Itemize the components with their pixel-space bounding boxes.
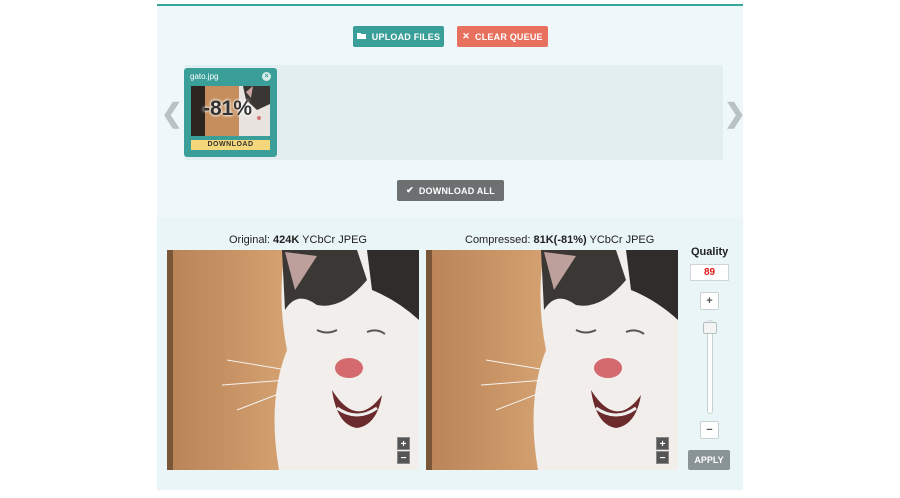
check-icon: ✔ (406, 185, 414, 195)
compressed-zoom-in-button[interactable]: + (656, 437, 669, 450)
compressed-size: 81K(-81%) (533, 234, 587, 246)
folder-open-icon (356, 32, 367, 42)
queue-next-arrow[interactable]: ❯ (724, 98, 746, 129)
download-all-label: DOWNLOAD ALL (418, 185, 495, 196)
upload-files-button[interactable]: UPLOAD FILES (353, 26, 444, 47)
original-zoom-in-button[interactable]: + (397, 437, 410, 450)
original-caption: Original: 424K YCbCr JPEG (229, 234, 367, 246)
original-format: YCbCr JPEG (299, 234, 367, 246)
clear-queue-label: CLEAR QUEUE (475, 31, 543, 42)
download-all-button[interactable]: ✔ DOWNLOAD ALL (397, 180, 504, 201)
original-size: 424K (273, 234, 300, 246)
compressed-prefix: Compressed: (465, 234, 534, 246)
original-prefix: Original: (229, 234, 274, 246)
queue-file-card[interactable]: gato.jpg × -81% DOWNLOAD (184, 68, 277, 157)
original-image[interactable]: + − (167, 250, 419, 470)
compressed-caption: Compressed: 81K(-81%) YCbCr JPEG (465, 234, 654, 246)
cat-photo-compressed (426, 250, 678, 470)
cat-photo-original (167, 250, 419, 470)
compressed-image[interactable]: + − (426, 250, 678, 470)
clear-queue-button[interactable]: ✕ CLEAR QUEUE (457, 26, 548, 47)
file-name: gato.jpg (190, 72, 219, 81)
compressed-format: YCbCr JPEG (586, 234, 655, 246)
quality-input[interactable]: 89 (690, 264, 729, 281)
reduction-percent: -81% (203, 97, 253, 120)
quality-decrease-button[interactable]: − (700, 421, 719, 439)
remove-file-icon[interactable]: × (262, 72, 271, 81)
quality-label: Quality (691, 246, 729, 258)
compressor-panel: UPLOAD FILES ✕ CLEAR QUEUE ❮ ❯ gato.jpg … (157, 4, 746, 490)
close-icon: ✕ (462, 31, 471, 41)
quality-increase-button[interactable]: + (700, 292, 719, 310)
file-download-button[interactable]: DOWNLOAD (191, 140, 270, 150)
quality-slider-handle[interactable] (703, 322, 717, 334)
file-thumbnail: -81% (191, 86, 270, 136)
upload-files-label: UPLOAD FILES (371, 31, 441, 42)
quality-slider[interactable] (707, 320, 713, 414)
queue-prev-arrow[interactable]: ❮ (161, 98, 183, 129)
apply-button[interactable]: APPLY (688, 450, 730, 470)
original-zoom-out-button[interactable]: − (397, 451, 410, 464)
compressed-zoom-out-button[interactable]: − (656, 451, 669, 464)
